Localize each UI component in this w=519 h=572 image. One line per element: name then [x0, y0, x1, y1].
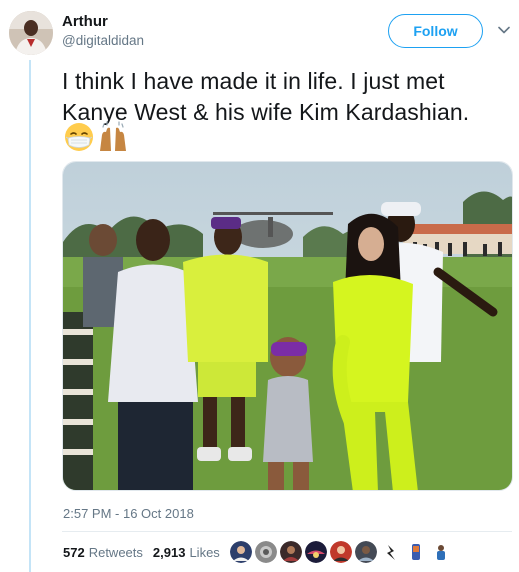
liker-avatar[interactable] — [405, 541, 427, 563]
raising-hands-icon — [100, 121, 126, 151]
liker-avatar[interactable] — [280, 541, 302, 563]
chevron-down-icon[interactable] — [497, 23, 511, 37]
liker-avatar[interactable] — [305, 541, 327, 563]
tweet-photo[interactable] — [62, 161, 513, 491]
photo-illustration — [63, 162, 512, 490]
divider — [62, 531, 512, 532]
liker-avatar[interactable] — [230, 541, 252, 563]
liker-avatar[interactable] — [330, 541, 352, 563]
liker-avatar[interactable] — [430, 541, 452, 563]
tweet-stats: 572 Retweets 2,913 Likes — [63, 545, 230, 560]
likers-avatars — [230, 541, 452, 563]
thread-line — [29, 60, 31, 572]
likes-count[interactable]: 2,913 — [153, 545, 186, 560]
tweet-emojis — [63, 121, 129, 153]
user-display-name[interactable]: Arthur — [62, 13, 108, 30]
liker-avatar[interactable] — [255, 541, 277, 563]
likes-label[interactable]: Likes — [189, 545, 219, 560]
user-avatar[interactable] — [9, 11, 53, 55]
tweet-timestamp[interactable]: 2:57 PM - 16 Oct 2018 — [63, 506, 194, 521]
face-with-medical-mask-icon — [65, 123, 93, 151]
liker-avatar[interactable] — [355, 541, 377, 563]
retweets-label[interactable]: Retweets — [89, 545, 143, 560]
tweet-text: I think I have made it in life. I just m… — [62, 68, 470, 125]
retweets-count[interactable]: 572 — [63, 545, 85, 560]
follow-button[interactable]: Follow — [388, 14, 483, 48]
user-handle[interactable]: @digitaldidan — [62, 33, 144, 48]
liker-avatar[interactable] — [380, 541, 402, 563]
